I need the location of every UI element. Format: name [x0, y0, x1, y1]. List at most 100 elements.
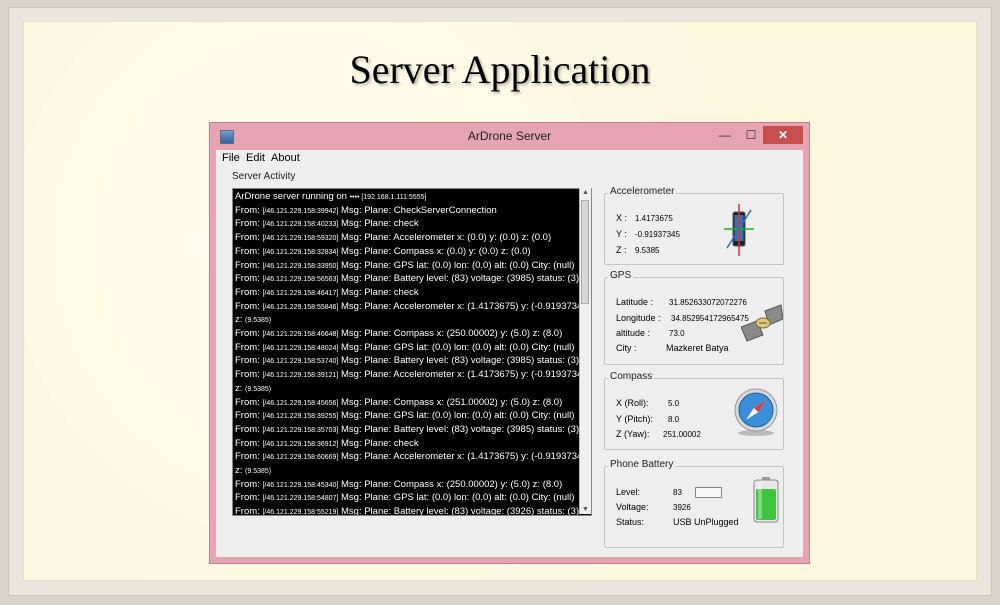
compass-yaw-value: 251.00002 [663, 430, 701, 439]
battery-icon [753, 477, 779, 523]
menu-edit[interactable]: Edit [246, 152, 265, 164]
log-line-source: [/46.121.229.158:32834] [262, 248, 339, 256]
compass-yaw-label: Z (Yaw): [616, 429, 650, 439]
log-line-source: [/46.121.229.158:39942] [262, 207, 339, 215]
log-line: From: [/46.121.229.158:48024] Msg: Plane… [235, 342, 580, 356]
log-line-prefix: From: [235, 300, 263, 312]
log-line: From: [/46.121.229.158:60669] Msg: Plane… [235, 451, 591, 465]
compass-panel: Compass X (Roll): 5.0 Y (Pitch): 8.0 Z (… [604, 371, 784, 450]
gps-city-value: Mazkeret Batya [666, 343, 729, 353]
menu-file[interactable]: File [222, 152, 240, 164]
log-line: From: [/46.121.229.158:36912] Msg: Plane… [235, 438, 580, 452]
log-line: From: [/46.121.229.158:45656] Msg: Plane… [235, 397, 580, 411]
log-line-message: Msg: Plane: Compass x: (250.00002) y: (5… [338, 478, 563, 490]
log-line-message: Msg: Plane: Accelerometer x: (1.4173675)… [338, 451, 591, 463]
log-line-source: [/46.121.229.158:55846] [262, 303, 339, 311]
accel-y-value: -0.91937345 [635, 230, 680, 239]
log-line-prefix: From: [235, 437, 263, 449]
gps-title: GPS [608, 270, 634, 281]
compass-roll-label: X (Roll): [616, 398, 649, 408]
log-line-message: Msg: Plane: Accelerometer x: (0.0) y: (0… [338, 232, 552, 244]
accel-y-label: Y : [616, 229, 627, 239]
maximize-button[interactable]: ☐ [738, 126, 764, 144]
log-line-source: •••• [192.168.1.111:5555] [349, 194, 427, 201]
server-activity-log[interactable]: ArDrone server running on •••• [192.168.… [232, 188, 592, 516]
battery-level-bar [695, 487, 722, 498]
window-titlebar[interactable]: ArDrone Server — ☐ ✕ [210, 123, 809, 150]
log-lines: ArDrone server running on •••• [192.168.… [235, 191, 591, 516]
log-line-source: (9.5385) [245, 468, 272, 476]
window-client: File Edit About Server Activity ArDrone … [216, 150, 803, 557]
log-line: From: [/46.121.229.158:39942] Msg: Plane… [235, 205, 580, 219]
log-line: z: (9.5385) [235, 383, 580, 397]
log-line-prefix: From: [235, 328, 263, 340]
log-line-message: Msg: Plane: CheckServerConnection [338, 204, 497, 216]
phone-accelerometer-icon [724, 204, 754, 256]
battery-level-label: Level: [616, 487, 641, 497]
log-line-source: [/46.121.229.158:48024] [262, 344, 339, 352]
gps-panel: GPS Latitude : 31.852633072072276 Longit… [604, 270, 784, 365]
server-activity-label: Server Activity [232, 171, 296, 182]
battery-status-value: USB UnPlugged [673, 517, 739, 527]
log-line-message: Msg: Plane: Compass x: (0.0) y: (0.0) z:… [338, 245, 531, 257]
log-line-message: Msg: Plane: check [338, 218, 419, 230]
log-line-message: Msg: Plane: Battery level: (83) voltage:… [338, 355, 580, 367]
menu-about[interactable]: About [271, 152, 300, 164]
battery-level-value: 83 [673, 488, 682, 497]
accelerometer-panel: Accelerometer X : 1.4173675 Y : -0.91937… [604, 186, 784, 265]
log-line-source: [/46.121.229.158:56563] [262, 276, 339, 284]
minimize-button[interactable]: — [712, 126, 738, 144]
scroll-down-icon[interactable]: ▼ [582, 506, 589, 513]
log-line-message: Msg: Plane: check [338, 437, 419, 449]
log-line-source: [/46.121.229.158:45340] [262, 481, 339, 489]
log-line-message: Msg: Plane: GPS lat: (0.0) lon: (0.0) al… [338, 492, 575, 504]
log-line-prefix: z: [235, 314, 246, 326]
log-line: From: [/46.121.229.158:46648] Msg: Plane… [235, 328, 580, 342]
log-line-message: Msg: Plane: Compass x: (251.00002) y: (5… [338, 396, 563, 408]
log-line: From: [/46.121.229.158:55219] Msg: Plane… [235, 506, 580, 516]
log-line-prefix: From: [235, 341, 263, 353]
log-line-source: [/46.121.229.158:33950] [262, 262, 339, 270]
log-line-source: (9.5385) [245, 317, 272, 325]
compass-roll-value: 5.0 [668, 399, 680, 408]
log-line-prefix: ArDrone server running on [235, 191, 350, 202]
log-line: From: [/46.121.229.158:54807] Msg: Plane… [235, 492, 580, 506]
log-line-message: Msg: Plane: Accelerometer x: (1.4173675)… [338, 369, 591, 381]
battery-status-label: Status: [616, 517, 645, 527]
log-line-source: [/46.121.229.158:35703] [262, 426, 339, 434]
log-line-source: [/46.121.229.158:59320] [262, 235, 339, 243]
scroll-thumb[interactable] [581, 200, 589, 304]
gps-longitude-label: Longitude : [616, 313, 661, 323]
compass-pitch-label: Y (Pitch): [616, 414, 653, 424]
log-line-source: [/46.121.229.158:53740] [262, 358, 339, 366]
gps-latitude-label: Latitude : [616, 297, 654, 307]
accel-x-label: X : [616, 213, 628, 223]
accel-z-value: 9.5385 [635, 246, 660, 255]
log-line-prefix: From: [235, 355, 263, 367]
accelerometer-title: Accelerometer [608, 186, 677, 197]
log-line-source: [/46.121.229.158:36912] [262, 440, 339, 448]
log-line-message: Msg: Plane: check [338, 286, 419, 298]
compass-pitch-value: 8.0 [668, 415, 680, 424]
log-line-prefix: From: [235, 506, 263, 516]
accel-x-value: 1.4173675 [635, 214, 673, 223]
log-line-prefix: From: [235, 245, 263, 257]
battery-voltage-value: 3926 [673, 503, 691, 512]
log-line-prefix: From: [235, 451, 263, 463]
log-line: From: [/46.121.229.158:40233] Msg: Plane… [235, 218, 580, 232]
gps-city-label: City : [616, 343, 637, 353]
menubar: File Edit About [216, 150, 803, 167]
log-line-source: [/46.121.229.158:60669] [262, 454, 339, 462]
scroll-up-icon[interactable]: ▲ [582, 189, 589, 196]
log-line-message: Msg: Plane: Battery level: (83) voltage:… [338, 273, 580, 285]
log-line-prefix: From: [235, 478, 263, 490]
log-line: From: [/46.121.229.158:53740] Msg: Plane… [235, 355, 580, 369]
log-line-source: [/46.121.229.158:45656] [262, 399, 339, 407]
battery-voltage-label: Voltage: [616, 502, 649, 512]
log-line-message: Msg: Plane: Battery level: (83) voltage:… [338, 423, 580, 435]
accel-z-label: Z : [616, 245, 627, 255]
close-button[interactable]: ✕ [763, 126, 803, 144]
log-line-source: [/46.121.229.158:55219] [262, 509, 339, 516]
log-scrollbar[interactable]: ▲ ▼ [579, 188, 591, 514]
log-line: From: [/46.121.229.158:35703] Msg: Plane… [235, 424, 580, 438]
